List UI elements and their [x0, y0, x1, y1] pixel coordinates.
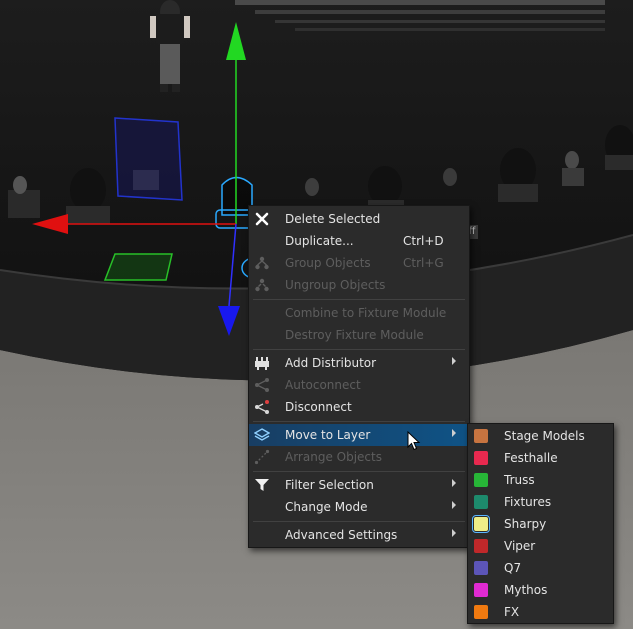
layer-item-mythos[interactable]: Mythos — [468, 579, 613, 601]
menu-item-label: Add Distributor — [285, 356, 377, 370]
menu-item-label: Filter Selection — [285, 478, 374, 492]
layer-item-label: FX — [504, 605, 520, 619]
ungroup-icon — [255, 278, 269, 292]
layer-color-swatch — [474, 561, 488, 575]
layer-item-label: Q7 — [504, 561, 522, 575]
menu-item-group-objects[interactable]: Group Objects Ctrl+G — [249, 252, 469, 274]
layer-item-viper[interactable]: Viper — [468, 535, 613, 557]
menu-item-arrange-objects[interactable]: Arrange Objects — [249, 446, 469, 468]
menu-separator — [253, 421, 465, 422]
menu-item-label: Arrange Objects — [285, 450, 382, 464]
layer-color-swatch — [474, 495, 488, 509]
menu-item-label: Change Mode — [285, 500, 368, 514]
disconnect-icon — [255, 400, 269, 414]
group-icon — [255, 256, 269, 270]
layer-item-fixtures[interactable]: Fixtures — [468, 491, 613, 513]
menu-item-advanced-settings[interactable]: Advanced Settings — [249, 524, 469, 546]
distributor-icon — [255, 357, 269, 370]
filter-icon — [255, 479, 269, 491]
menu-item-label: Advanced Settings — [285, 528, 398, 542]
arrange-icon — [254, 449, 270, 465]
layer-item-festhalle[interactable]: Festhalle — [468, 447, 613, 469]
menu-item-shortcut: Ctrl+G — [403, 256, 444, 270]
menu-separator — [253, 299, 465, 300]
layer-item-truss[interactable]: Truss — [468, 469, 613, 491]
menu-item-disconnect[interactable]: Disconnect — [249, 396, 469, 418]
menu-item-delete-selected[interactable]: Delete Selected — [249, 208, 469, 230]
layer-item-q7[interactable]: Q7 — [468, 557, 613, 579]
menu-item-ungroup-objects[interactable]: Ungroup Objects — [249, 274, 469, 296]
menu-item-label: Disconnect — [285, 400, 352, 414]
layer-item-label: Viper — [504, 539, 536, 553]
menu-item-label: Ungroup Objects — [285, 278, 386, 292]
layer-item-label: Truss — [504, 473, 535, 487]
layer-item-label: Mythos — [504, 583, 548, 597]
menu-item-label: Move to Layer — [285, 428, 371, 442]
layer-item-sharpy[interactable]: Sharpy — [468, 513, 613, 535]
submenu-arrow-icon — [452, 357, 456, 365]
menu-item-label: Combine to Fixture Module — [285, 306, 447, 320]
close-icon — [255, 212, 269, 226]
menu-item-add-distributor[interactable]: Add Distributor — [249, 352, 469, 374]
layer-color-swatch — [474, 451, 488, 465]
menu-item-combine-fixture-module[interactable]: Combine to Fixture Module — [249, 302, 469, 324]
layer-color-swatch — [474, 605, 488, 619]
menu-item-destroy-fixture-module[interactable]: Destroy Fixture Module — [249, 324, 469, 346]
layer-color-swatch — [474, 429, 488, 443]
layer-item-label: Festhalle — [504, 451, 558, 465]
context-menu: Delete Selected Duplicate... Ctrl+D Grou… — [248, 205, 470, 548]
menu-item-label: Delete Selected — [285, 212, 381, 226]
menu-separator — [253, 349, 465, 350]
layer-color-swatch — [474, 583, 488, 597]
menu-item-duplicate[interactable]: Duplicate... Ctrl+D — [249, 230, 469, 252]
layer-item-label: Fixtures — [504, 495, 552, 509]
selection-box-green — [103, 253, 173, 281]
menu-item-label: Destroy Fixture Module — [285, 328, 424, 342]
selection-box-blue — [114, 117, 183, 201]
menu-item-filter-selection[interactable]: Filter Selection — [249, 474, 469, 496]
menu-separator — [253, 521, 465, 522]
menu-item-shortcut: Ctrl+D — [403, 234, 444, 248]
menu-item-change-mode[interactable]: Change Mode — [249, 496, 469, 518]
layers-icon — [254, 428, 270, 441]
submenu-arrow-icon — [452, 501, 456, 509]
layer-item-label: Stage Models — [504, 429, 585, 443]
layer-item-fx[interactable]: FX — [468, 601, 613, 623]
menu-separator — [253, 471, 465, 472]
menu-item-autoconnect[interactable]: Autoconnect — [249, 374, 469, 396]
layer-color-swatch — [474, 539, 488, 553]
menu-item-move-to-layer[interactable]: Move to Layer — [249, 424, 469, 446]
layer-color-swatch — [474, 473, 488, 487]
menu-item-label: Autoconnect — [285, 378, 361, 392]
layer-color-swatch — [472, 515, 490, 533]
autoconnect-icon — [255, 378, 269, 392]
layer-submenu: Stage Models Festhalle Truss Fixtures Sh… — [467, 423, 614, 624]
submenu-arrow-icon — [452, 529, 456, 537]
menu-item-label: Group Objects — [285, 256, 371, 270]
submenu-arrow-icon — [452, 429, 456, 437]
menu-item-label: Duplicate... — [285, 234, 354, 248]
layer-item-label: Sharpy — [504, 517, 547, 531]
mouse-pointer-icon — [407, 431, 421, 451]
layer-item-stage-models[interactable]: Stage Models — [468, 425, 613, 447]
submenu-arrow-icon — [452, 479, 456, 487]
